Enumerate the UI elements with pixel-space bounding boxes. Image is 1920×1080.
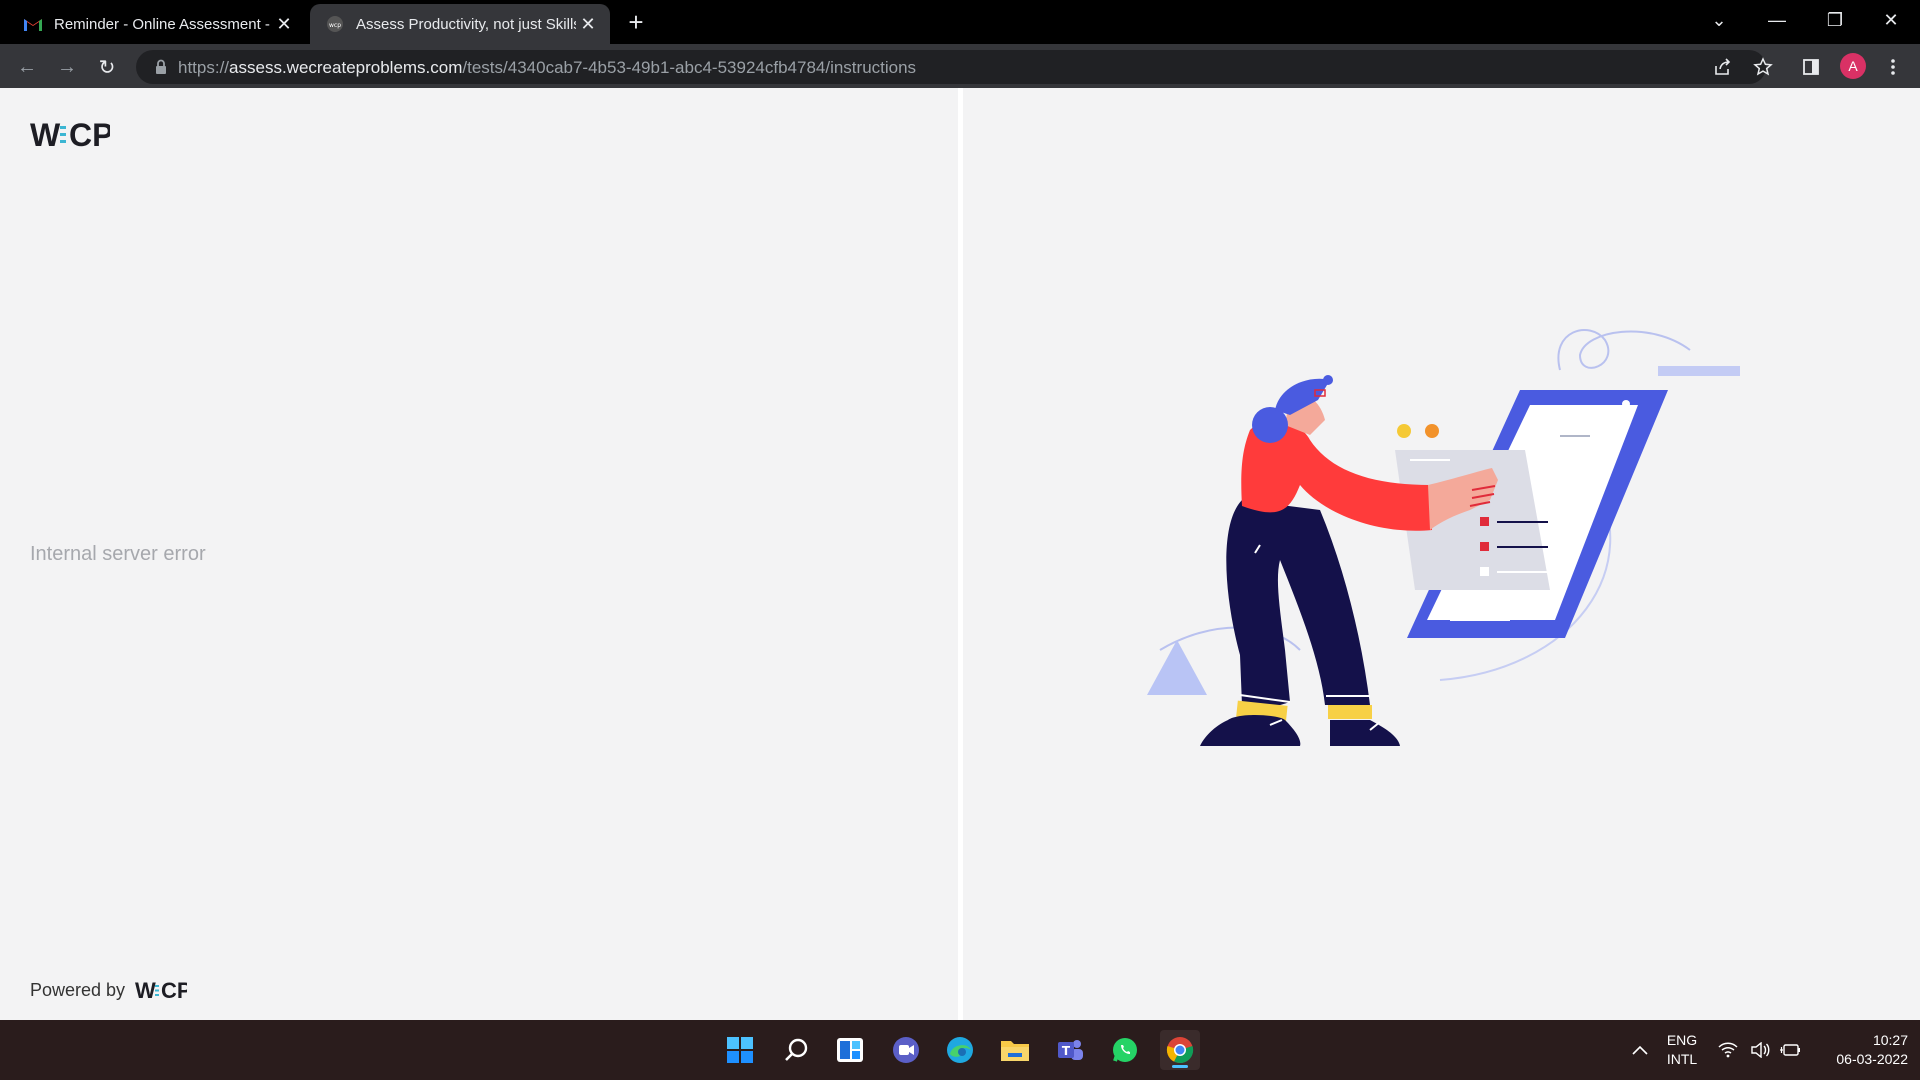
meet-icon[interactable] xyxy=(886,1030,926,1070)
share-icon[interactable] xyxy=(1710,54,1736,80)
tab-wecp[interactable]: wcp Assess Productivity, not just Skills… xyxy=(310,4,610,44)
svg-text:W: W xyxy=(135,978,156,1002)
svg-text:T: T xyxy=(1062,1044,1071,1058)
browser-tab-bar: Reminder - Online Assessment - ✕ wcp Ass… xyxy=(0,0,1920,44)
tab-gmail[interactable]: Reminder - Online Assessment - ✕ xyxy=(0,4,306,44)
tab-search-icon[interactable]: ⌄ xyxy=(1690,0,1748,40)
active-app-indicator xyxy=(1172,1065,1188,1068)
close-tab-icon[interactable]: ✕ xyxy=(578,14,598,34)
language-line1: ENG xyxy=(1666,1032,1698,1048)
minimize-icon[interactable]: — xyxy=(1748,0,1806,40)
forward-icon[interactable]: → xyxy=(54,54,80,80)
powered-by: Powered by W CP xyxy=(30,978,187,1002)
profile-avatar[interactable]: A xyxy=(1840,53,1866,79)
close-tab-icon[interactable]: ✕ xyxy=(274,14,294,34)
wifi-icon[interactable] xyxy=(1710,1030,1746,1070)
error-message: Internal server error xyxy=(30,543,206,565)
wecp-small-logo[interactable]: W CP xyxy=(135,978,187,1002)
browser-toolbar: ← → ↻ https://assess.wecreateproblems.co… xyxy=(0,44,1920,88)
close-window-icon[interactable]: ✕ xyxy=(1862,0,1920,40)
wecp-logo: W CP xyxy=(30,117,110,152)
language-line2: INTL xyxy=(1666,1051,1698,1067)
reload-icon[interactable]: ↻ xyxy=(94,54,120,80)
search-icon[interactable] xyxy=(776,1030,816,1070)
clock-time: 10:27 xyxy=(1872,1032,1908,1048)
new-tab-button[interactable]: + xyxy=(622,7,650,37)
left-pane: W CP Internal server error Powered by W … xyxy=(0,88,958,1020)
bookmark-star-icon[interactable] xyxy=(1750,54,1776,80)
windows-taskbar: T ENG INTL 10:27 06-03-2022 xyxy=(0,1020,1920,1080)
restore-icon[interactable]: ❐ xyxy=(1806,0,1864,40)
illustration-woman-tablet xyxy=(1147,329,1740,746)
gmail-icon xyxy=(24,15,42,33)
menu-kebab-icon[interactable] xyxy=(1880,54,1906,80)
tab-title: Assess Productivity, not just Skills xyxy=(356,15,576,33)
side-panel-icon[interactable] xyxy=(1798,54,1824,80)
chrome-icon[interactable] xyxy=(1160,1030,1200,1070)
wecp-favicon: wcp xyxy=(326,15,344,33)
url-scheme: https:// xyxy=(178,58,230,77)
whatsapp-icon[interactable] xyxy=(1105,1030,1145,1070)
svg-text:W: W xyxy=(30,117,61,152)
clock[interactable]: 10:27 06-03-2022 xyxy=(1812,1031,1908,1069)
clock-date: 06-03-2022 xyxy=(1836,1051,1908,1067)
url-path: /tests/4340cab7-4b53-49b1-abc4-53924cfb4… xyxy=(462,58,917,77)
svg-text:CP: CP xyxy=(161,978,187,1002)
start-icon[interactable] xyxy=(720,1030,760,1070)
dot-yellow xyxy=(1397,424,1411,438)
svg-text:wcp: wcp xyxy=(329,22,341,29)
battery-icon[interactable] xyxy=(1772,1030,1808,1070)
dot-orange xyxy=(1425,424,1439,438)
teams-icon[interactable]: T xyxy=(1050,1030,1090,1070)
decorative-triangle xyxy=(1147,640,1207,695)
powered-by-label: Powered by xyxy=(30,979,126,1000)
lock-icon xyxy=(156,59,166,74)
url-text: https://assess.wecreateproblems.com/test… xyxy=(178,58,916,78)
language-indicator[interactable]: ENG INTL xyxy=(1660,1031,1704,1069)
decorative-curve xyxy=(1557,329,1691,371)
url-host: assess.wecreateproblems.com xyxy=(229,58,463,77)
file-explorer-icon[interactable] xyxy=(995,1030,1035,1070)
tab-title: Reminder - Online Assessment - xyxy=(54,15,270,33)
decorative-bar xyxy=(1658,366,1740,376)
widgets-icon[interactable] xyxy=(830,1030,870,1070)
svg-text:CP: CP xyxy=(69,117,110,152)
address-bar[interactable]: https://assess.wecreateproblems.com/test… xyxy=(136,50,1766,84)
chevron-up-icon[interactable] xyxy=(1620,1030,1660,1070)
back-icon[interactable]: ← xyxy=(14,54,40,80)
edge-icon[interactable] xyxy=(940,1030,980,1070)
